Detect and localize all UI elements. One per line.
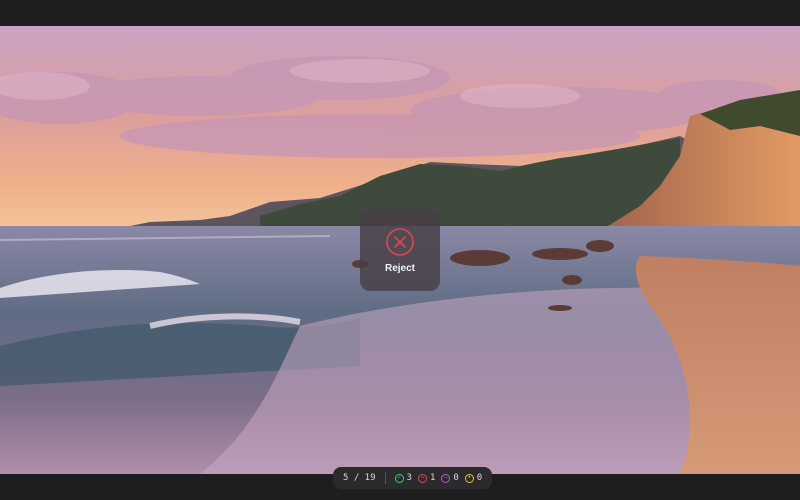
accepted-count: ✓ 3	[394, 473, 412, 483]
reject-label: Reject	[384, 262, 415, 274]
flagged-count: • 0	[464, 473, 482, 483]
star-circle-icon: •	[464, 473, 474, 483]
dash-circle-icon: –	[441, 473, 451, 483]
separator	[384, 472, 386, 484]
photo-counter: 5 / 19	[343, 473, 376, 483]
x-circle-icon	[386, 227, 414, 256]
skipped-count: – 0	[441, 473, 459, 483]
top-bar	[0, 0, 800, 26]
x-circle-icon: ✕	[417, 473, 427, 483]
rejected-count: ✕ 1	[417, 473, 435, 483]
check-circle-icon: ✓	[394, 473, 404, 483]
photo-view[interactable]: Reject	[0, 26, 800, 474]
reject-feedback: Reject	[360, 209, 440, 291]
status-bar: 5 / 19 ✓ 3 ✕ 1 – 0 • 0	[333, 467, 493, 489]
